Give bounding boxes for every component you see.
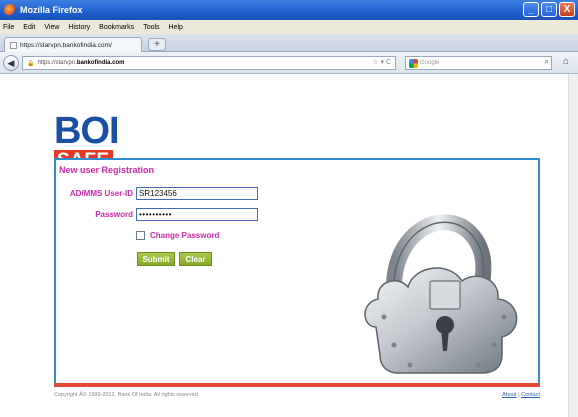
google-icon <box>409 58 418 68</box>
userid-label: AD/MMS User-ID <box>69 189 133 198</box>
footer-links: About | Contact <box>502 392 540 398</box>
search-icon[interactable]: ⌕ <box>545 57 549 67</box>
search-bar[interactable]: Google ⌕ <box>405 56 552 70</box>
menu-view[interactable]: View <box>44 24 59 31</box>
url-bar[interactable]: 🔒 https://starvpn. bankofindia.com ☆ ▾ C <box>22 56 396 70</box>
tab-strip: https://starvpn.bankofindia.com/ + <box>0 34 578 52</box>
clear-button[interactable]: Clear <box>179 252 212 266</box>
close-button[interactable]: X <box>559 2 575 17</box>
window-controls: _ □ X <box>523 2 575 17</box>
window-titlebar: Mozilla Firefox _ □ X <box>0 0 578 20</box>
footer-separator: | <box>518 392 520 398</box>
cloud-padlock-image <box>364 214 518 374</box>
copyright-text: Copyright Â© 1999-2012, Bank Of India. A… <box>54 392 200 398</box>
navigation-bar: ◀ 🔒 https://starvpn. bankofindia.com ☆ ▾ … <box>0 52 578 74</box>
password-input[interactable]: •••••••••• <box>136 208 258 221</box>
url-domain: bankofindia.com <box>76 60 125 66</box>
about-link[interactable]: About <box>502 392 516 398</box>
search-placeholder: Google <box>420 60 440 66</box>
page-icon <box>10 41 17 49</box>
tab-active[interactable]: https://starvpn.bankofindia.com/ <box>4 37 142 52</box>
menu-history[interactable]: History <box>68 24 90 31</box>
contact-link[interactable]: Contact <box>521 392 540 398</box>
menu-help[interactable]: Help <box>169 24 183 31</box>
page-viewport: BOI SAFE New user Registration AD/MMS Us… <box>0 74 578 417</box>
back-arrow-icon: ◀ <box>7 57 15 68</box>
userid-input[interactable]: SR123456 <box>136 187 258 200</box>
submit-button[interactable]: Submit <box>137 252 175 266</box>
menu-bar: File Edit View History Bookmarks Tools H… <box>0 20 578 34</box>
menu-file[interactable]: File <box>3 24 14 31</box>
form-title: New user Registration <box>59 165 155 175</box>
lock-icon: 🔒 <box>27 60 35 67</box>
maximize-button[interactable]: □ <box>541 2 557 17</box>
minimize-button[interactable]: _ <box>523 2 539 17</box>
logo-boi-text: BOI <box>54 110 120 152</box>
new-tab-button[interactable]: + <box>148 38 166 51</box>
tab-title: https://starvpn.bankofindia.com/ <box>20 41 112 49</box>
footer-divider <box>54 383 540 387</box>
window-title: Mozilla Firefox <box>20 5 83 15</box>
url-tools[interactable]: ☆ ▾ C <box>372 58 391 66</box>
change-password-label[interactable]: Change Password <box>150 231 219 240</box>
menu-edit[interactable]: Edit <box>23 24 35 31</box>
password-label: Password <box>95 210 133 219</box>
menu-bookmarks[interactable]: Bookmarks <box>99 24 134 31</box>
vertical-scrollbar[interactable] <box>568 74 578 417</box>
firefox-icon <box>4 4 16 16</box>
home-icon[interactable]: ⌂ <box>563 56 569 67</box>
url-prefix: https://starvpn. <box>37 60 77 66</box>
change-password-checkbox[interactable] <box>136 231 145 240</box>
back-button[interactable]: ◀ <box>3 55 19 71</box>
registration-panel: New user Registration AD/MMS User-ID SR1… <box>54 158 540 383</box>
menu-tools[interactable]: Tools <box>143 24 159 31</box>
